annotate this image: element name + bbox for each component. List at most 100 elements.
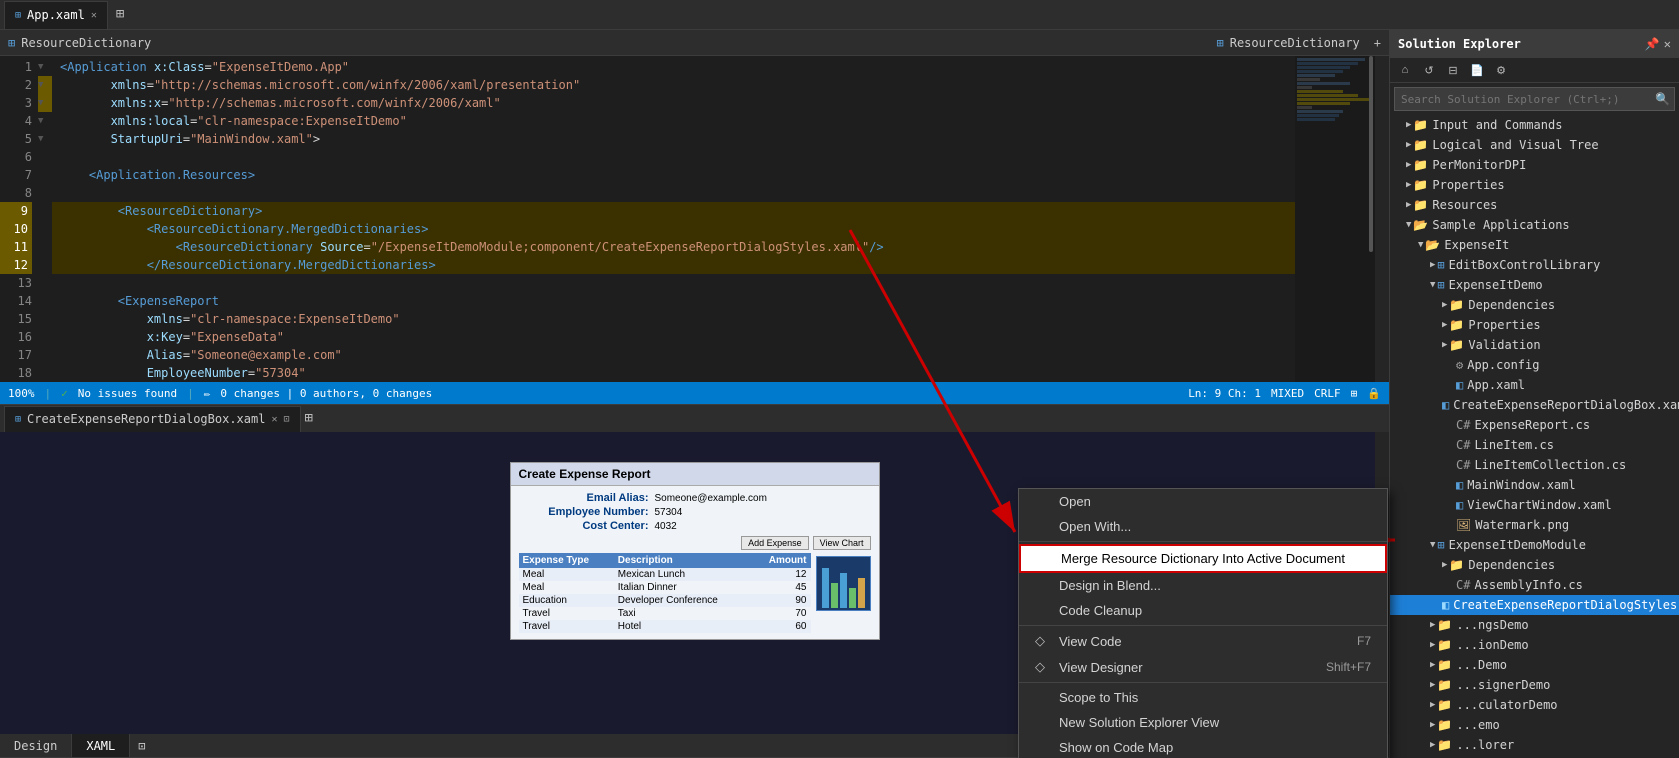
se-label-expenseit: ExpenseIt [1444,238,1509,252]
se-item-ringsdemo[interactable]: ▶ 📁 ...ngsDemo [1390,615,1679,635]
se-item-input-commands[interactable]: ▶ 📁 Input and Commands [1390,115,1679,135]
ctx-item-view-designer[interactable]: ◇ View Designer Shift+F7 [1019,654,1387,680]
se-toolbar: ⌂ ↺ ⊟ 📄 ⚙ [1390,58,1679,83]
se-item-signerdemo[interactable]: ▶ 📁 ...signerDemo [1390,675,1679,695]
se-item-logical[interactable]: ▶ 📁 Logical and Visual Tree [1390,135,1679,155]
expand-btn[interactable]: + [1374,36,1381,50]
se-item-appconfig[interactable]: ⚙ App.config [1390,355,1679,375]
editor-vscrollbar[interactable] [1375,56,1389,382]
se-item-expenseitdemo[interactable]: ▼ ⊞ ExpenseItDemo [1390,275,1679,295]
se-item-deps[interactable]: ▶ 📁 Dependencies [1390,295,1679,315]
ctx-label-view-designer: View Designer [1059,660,1143,675]
se-item-lineitemcs[interactable]: C# LineItem.cs [1390,435,1679,455]
code-line-18: EmployeeNumber="57304" [52,364,1295,382]
se-item-appxaml[interactable]: ◧ App.xaml [1390,375,1679,395]
se-item-expenseit[interactable]: ▼ 📂 ExpenseIt [1390,235,1679,255]
col-expense-type: Expense Type [519,553,614,568]
se-btn-refresh[interactable]: ↺ [1418,60,1440,80]
cost-row: Cost Center: 4032 [519,520,871,532]
folder-icon-expenseit: 📂 [1425,238,1440,252]
close-se-icon[interactable]: ✕ [1664,37,1671,51]
pin-icon[interactable]: 📌 [1645,37,1660,51]
code-line-10: <ResourceDictionary.MergedDictionaries> [52,220,1295,238]
se-label-vc: ViewChartWindow.xaml [1467,498,1612,512]
code-line-9: <ResourceDictionary> [52,202,1295,220]
se-item-viewchart[interactable]: ◧ ViewChartWindow.xaml [1390,495,1679,515]
collapse-col: ▼ ▼ ▼ ▼ ▼ [38,56,52,382]
se-item-anitiondemo[interactable]: ▶ 📁 ...ionDemo [1390,635,1679,655]
se-search-input[interactable] [1395,93,1655,106]
add-expense-btn[interactable]: Add Expense [741,536,809,550]
tab-close-app-xaml[interactable]: ✕ [91,10,97,21]
cs-icon-lcs: C# [1456,438,1470,452]
se-tree[interactable]: ▶ 📁 Input and Commands ▶ 📁 Logical and V… [1390,115,1679,758]
ctx-item-open-with[interactable]: Open With... [1019,514,1387,539]
se-item-properties[interactable]: ▶ 📁 Properties [1390,175,1679,195]
expand-btn-bottom[interactable]: ⊞ [305,410,313,427]
se-btn-collapse[interactable]: ⊟ [1442,60,1464,80]
folder-icon-propsdemo: 📁 [1449,318,1464,332]
ctx-item-open[interactable]: Open [1019,489,1387,514]
se-item-explorer[interactable]: ▶ 📁 ...lorer [1390,735,1679,755]
se-item-permonitor[interactable]: ▶ 📁 PerMonitorDPI [1390,155,1679,175]
se-item-props-demo[interactable]: ▶ 📁 Properties [1390,315,1679,335]
se-label-ces: CreateExpenseReportDialogStyles.xaml [1453,598,1679,612]
ctx-item-scope[interactable]: Scope to This [1019,685,1387,710]
ctx-item-code-cleanup[interactable]: Code Cleanup [1019,598,1387,623]
expand-arrow-deps: ▶ [1442,300,1447,310]
se-item-assemblyinfo[interactable]: C# AssemblyInfo.cs [1390,575,1679,595]
se-item-create-expense-styles[interactable]: ◧ CreateExpenseReportDialogStyles.xaml [1390,595,1679,615]
se-item-mainwindow[interactable]: ◧ MainWindow.xaml [1390,475,1679,495]
se-item-createexpense[interactable]: ◧ CreateExpenseReportDialogBox.xaml [1390,395,1679,415]
expand-icon: ⊞ [112,6,128,23]
col-amount: Amount [752,553,811,568]
code-line-5: StartupUri="MainWindow.xaml"> [52,130,1295,148]
se-item-expenseitdemomodule[interactable]: ▼ ⊞ ExpenseItDemoModule [1390,535,1679,555]
se-header: Solution Explorer 📌 ✕ [1390,30,1679,58]
tab-close-create[interactable]: ✕ [271,414,277,425]
tab-xaml[interactable]: XAML [72,734,130,757]
col-description: Description [614,553,752,568]
tab-create-expense[interactable]: ⊞ CreateExpenseReportDialogBox.xaml ✕ ⊡ [4,406,301,432]
se-item-resources[interactable]: ▶ 📁 Resources [1390,195,1679,215]
se-item-demo1[interactable]: ▶ 📁 ...Demo [1390,655,1679,675]
xaml-icon-appxaml: ◧ [1456,378,1463,392]
breadcrumb-text-left: ResourceDictionary [21,36,151,50]
ctx-item-merge[interactable]: Merge Resource Dictionary Into Active Do… [1019,544,1387,573]
ctx-item-view-code[interactable]: ◇ View Code F7 [1019,628,1387,654]
se-btn-files[interactable]: 📄 [1466,60,1488,80]
se-label-expenseitdemo: ExpenseItDemo [1449,278,1543,292]
expand-arrow-dmo: ▶ [1430,720,1435,730]
se-btn-settings[interactable]: ⚙ [1490,60,1512,80]
se-label-ai: AssemblyInfo.cs [1474,578,1582,592]
tab-app-xaml[interactable]: ⊞ App.xaml ✕ [4,1,108,29]
expand-arrow-ad: ▶ [1430,640,1435,650]
ctx-label-open-with: Open With... [1059,519,1131,534]
se-item-sample-apps[interactable]: ▼ 📂 Sample Applications [1390,215,1679,235]
status-position: Ln: 9 Ch: 1 [1188,387,1261,400]
se-item-watermark[interactable]: 🖼 Watermark.png [1390,515,1679,535]
expand-arrow-expenseit: ▼ [1418,240,1423,250]
folder-icon-dmo: 📁 [1437,718,1452,732]
se-item-calculatordemo[interactable]: ▶ 📁 ...culatorDemo [1390,695,1679,715]
ctx-item-show-map[interactable]: Show on Code Map [1019,735,1387,758]
ctx-item-new-explorer[interactable]: New Solution Explorer View [1019,710,1387,735]
se-item-editbox[interactable]: ▶ ⊞ EditBoxControlLibrary [1390,255,1679,275]
status-line-ending: CRLF [1314,387,1341,400]
se-item-demo-mo[interactable]: ▶ 📁 ...emo [1390,715,1679,735]
se-item-validation[interactable]: ▶ 📁 Validation [1390,335,1679,355]
view-chart-btn[interactable]: View Chart [813,536,871,550]
se-search-icon: 🔍 [1655,92,1670,106]
status-icon-check: ✓ [61,387,68,400]
se-btn-home[interactable]: ⌂ [1394,60,1416,80]
status-issues: No issues found [78,387,177,400]
se-item-deps-module[interactable]: ▶ 📁 Dependencies [1390,555,1679,575]
cs-icon-ai: C# [1456,578,1470,592]
tab-design[interactable]: Design [0,734,72,757]
se-item-expensereportcs[interactable]: C# ExpenseReport.cs [1390,415,1679,435]
ctx-label-show-map: Show on Code Map [1059,740,1173,755]
tab-open-in[interactable]: ⊡ [130,734,153,757]
minimap-scrollbar[interactable] [1369,56,1373,252]
ctx-item-design-blend[interactable]: Design in Blend... [1019,573,1387,598]
se-item-lineitemcollection[interactable]: C# LineItemCollection.cs [1390,455,1679,475]
